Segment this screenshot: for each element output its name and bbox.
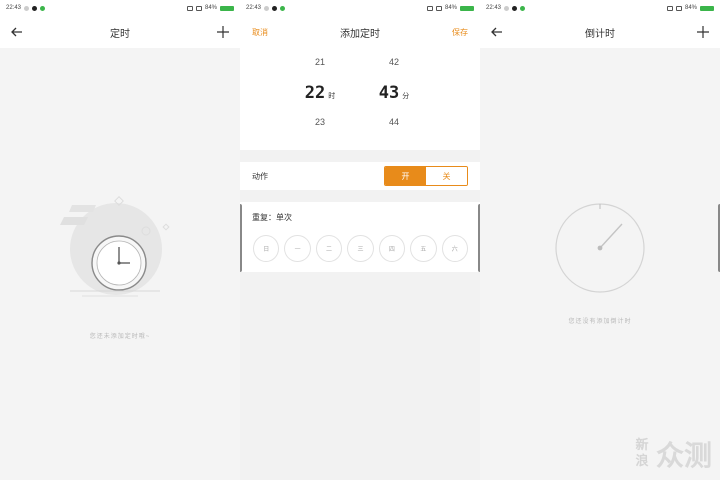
wechat-icon bbox=[280, 5, 286, 11]
repeat-label: 重复：单次 bbox=[252, 213, 292, 222]
wifi-icon bbox=[426, 5, 433, 11]
alarm-icon bbox=[504, 5, 510, 11]
timer-screen: 22:43 84% 定时 您还未添加定时哦~ bbox=[0, 0, 240, 480]
sim-icon bbox=[195, 5, 202, 11]
add-timer-screen: 22:43 84% 取消 添加定时 保存 21 22时 23 42 43分 bbox=[240, 0, 480, 480]
minute-prev[interactable]: 42 bbox=[372, 57, 416, 69]
action-on-option[interactable]: 开 bbox=[385, 167, 426, 185]
page-title: 倒计时 bbox=[585, 28, 615, 40]
notification-icon bbox=[32, 5, 38, 11]
save-button[interactable]: 保存 bbox=[448, 25, 472, 40]
battery-text: 84% bbox=[444, 5, 457, 11]
battery-text: 84% bbox=[204, 5, 217, 11]
sim-icon bbox=[435, 5, 442, 11]
minute-unit: 分 bbox=[402, 93, 410, 100]
hour-prev[interactable]: 21 bbox=[298, 57, 342, 69]
minute-next[interactable]: 44 bbox=[372, 117, 416, 129]
battery-icon bbox=[460, 5, 474, 11]
arrow-left-icon bbox=[491, 27, 502, 37]
day-sat[interactable]: 六 bbox=[441, 235, 468, 262]
cancel-button[interactable]: 取消 bbox=[248, 25, 272, 40]
hour-next[interactable]: 23 bbox=[298, 117, 342, 129]
alarm-icon bbox=[24, 5, 30, 11]
status-time: 22:43 bbox=[246, 5, 262, 11]
status-bar: 22:43 84% bbox=[480, 0, 720, 16]
status-bar: 22:43 84% bbox=[240, 0, 480, 16]
notification-icon bbox=[272, 5, 278, 11]
action-toggle: 开 关 bbox=[384, 166, 468, 186]
weekday-selector: 日 一 二 三 四 五 六 bbox=[253, 235, 468, 262]
day-mon[interactable]: 一 bbox=[284, 235, 311, 262]
plus-icon bbox=[217, 26, 229, 38]
time-picker[interactable]: 21 22 时 23 42 43 分 44 bbox=[240, 48, 480, 150]
wechat-icon bbox=[40, 5, 46, 11]
day-thu[interactable]: 四 bbox=[378, 235, 406, 262]
watermark: 新浪 众测 bbox=[632, 434, 712, 474]
arrow-left-icon bbox=[11, 27, 22, 37]
status-time: 22:43 bbox=[6, 5, 22, 11]
add-timer-button[interactable] bbox=[214, 23, 232, 41]
page-title: 定时 bbox=[110, 28, 130, 40]
action-off-option[interactable]: 关 bbox=[426, 167, 467, 185]
hour-unit: 时 bbox=[328, 93, 336, 100]
top-bar: 倒计时 bbox=[480, 16, 720, 48]
battery-icon bbox=[220, 5, 234, 11]
day-tue[interactable]: 二 bbox=[315, 235, 343, 262]
plus-icon bbox=[697, 26, 709, 38]
action-row: 动作 开 关 bbox=[240, 162, 480, 190]
action-label: 动作 bbox=[252, 171, 268, 181]
minute-current: 43 bbox=[378, 83, 400, 103]
notification-icon bbox=[512, 5, 518, 11]
back-button[interactable] bbox=[8, 23, 26, 41]
page-title: 添加定时 bbox=[340, 28, 380, 40]
hour-current: 22 bbox=[304, 83, 326, 103]
repeat-section: 重复：单次 日 一 二 三 四 五 六 bbox=[240, 202, 480, 272]
alarm-icon bbox=[264, 5, 270, 11]
empty-state-text: 您还没有添加倒计时 bbox=[568, 319, 632, 325]
battery-icon bbox=[700, 5, 714, 11]
status-bar: 22:43 84% bbox=[0, 0, 240, 16]
sim-icon bbox=[675, 5, 682, 11]
day-wed[interactable]: 三 bbox=[347, 235, 374, 262]
top-bar: 定时 bbox=[0, 16, 240, 48]
side-edge-handle bbox=[240, 204, 242, 272]
countdown-screen: 22:43 84% 倒计时 您还没有添加倒计时 新浪 众测 bbox=[480, 0, 720, 480]
watermark-brand-box: 新浪 bbox=[635, 437, 649, 468]
top-bar: 取消 添加定时 保存 bbox=[240, 16, 480, 48]
hour-wheel[interactable]: 21 22 时 23 bbox=[298, 48, 342, 129]
watermark-brand-text: 众测 bbox=[655, 440, 712, 471]
wifi-icon bbox=[666, 5, 673, 11]
minute-wheel[interactable]: 42 43 分 44 bbox=[372, 48, 416, 129]
countdown-dial-icon bbox=[555, 203, 645, 293]
day-fri[interactable]: 五 bbox=[410, 235, 437, 262]
battery-text: 84% bbox=[684, 5, 697, 11]
empty-state-text: 您还未添加定时哦~ bbox=[89, 334, 151, 340]
add-countdown-button[interactable] bbox=[694, 23, 712, 41]
wifi-icon bbox=[186, 5, 193, 11]
status-time: 22:43 bbox=[486, 5, 502, 11]
clock-illustration-icon bbox=[60, 196, 170, 297]
back-button[interactable] bbox=[488, 23, 506, 41]
day-sun[interactable]: 日 bbox=[253, 235, 280, 262]
wechat-icon bbox=[520, 5, 526, 11]
